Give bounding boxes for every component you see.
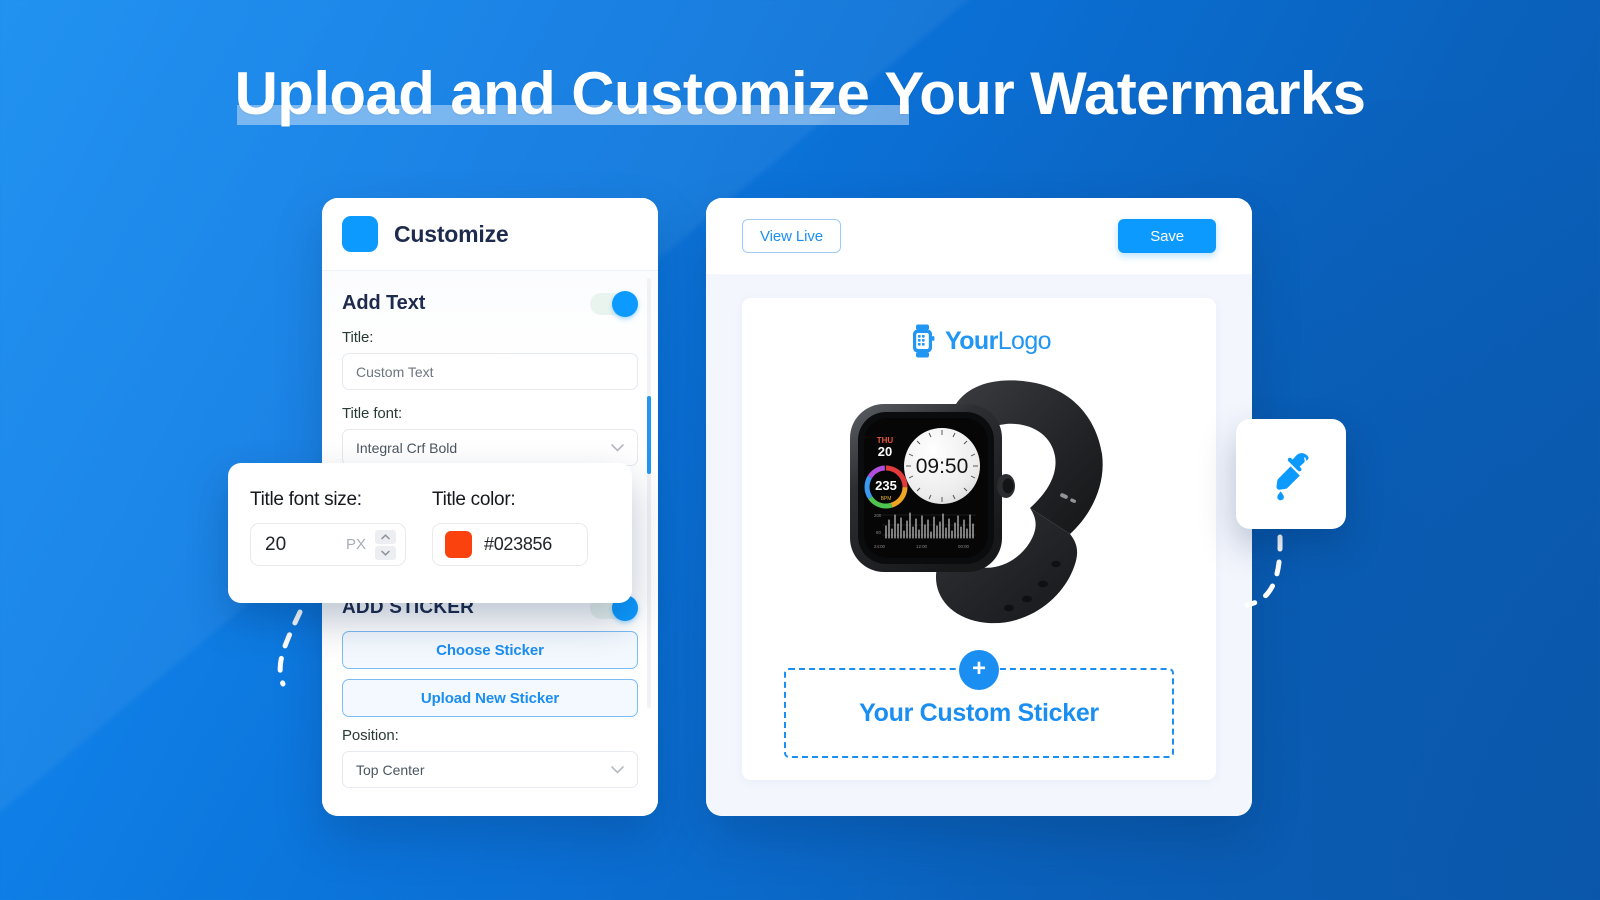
header-divider: [322, 270, 658, 271]
watch-date-label: 20: [878, 444, 892, 459]
headline-container: Upload and Customize Your Watermarks: [0, 60, 1600, 127]
page-title: Upload and Customize Your Watermarks: [235, 60, 1366, 127]
preview-toolbar: View Live Save: [706, 198, 1252, 274]
eyedropper-icon: [1276, 453, 1309, 501]
position-label: Position:: [342, 727, 399, 744]
title-font-value: Integral Crf Bold: [356, 439, 458, 456]
watch-chart-x-1: 24:00: [874, 544, 886, 549]
smartwatch-icon: [913, 324, 935, 358]
upload-new-sticker-button[interactable]: Upload New Sticker: [342, 679, 638, 717]
save-button[interactable]: Save: [1118, 219, 1216, 253]
watermark-logo-text: YourLogo: [945, 326, 1052, 356]
title-color-picker[interactable]: #023856: [432, 523, 588, 566]
title-input[interactable]: Custom Text: [342, 353, 638, 390]
watch-chart-y-bottom: 80: [876, 530, 881, 535]
title-color-group: Title color: #023856: [432, 489, 588, 603]
add-text-section-header: Add Text: [342, 290, 638, 317]
title-font-select[interactable]: Integral Crf Bold: [342, 429, 638, 466]
watch-screen: THU 20 235 BPM 09:50 200 80 24:00 12:00 …: [864, 418, 988, 558]
color-hex-value: #023856: [484, 534, 552, 554]
add-text-toggle-knob: [612, 290, 638, 317]
position-value: Top Center: [356, 761, 425, 778]
preview-panel: View Live Save YourLogo THU 20 235 BPM 0…: [706, 198, 1252, 816]
eyedropper-card[interactable]: [1236, 419, 1346, 529]
font-size-label: Title font size:: [250, 489, 362, 510]
customize-panel-header: Customize: [322, 198, 658, 270]
watch-bpm-value: 235: [875, 478, 897, 493]
logo-light-part: Logo: [997, 326, 1052, 355]
stepper-buttons: [375, 529, 396, 560]
choose-sticker-button[interactable]: Choose Sticker: [342, 631, 638, 669]
title-color-label: Title color:: [432, 489, 516, 510]
add-text-title: Add Text: [342, 292, 426, 314]
headline-text: Upload and Customize Your Watermarks: [234, 60, 1366, 127]
title-field-label: Title:: [342, 329, 374, 346]
watch-time-label: 09:50: [916, 455, 969, 478]
panel-scrollbar-thumb[interactable]: [647, 396, 651, 474]
custom-sticker-label: Your Custom Sticker: [859, 698, 1099, 727]
color-swatch[interactable]: [445, 531, 472, 558]
blue-square-logo-icon: [342, 216, 378, 252]
preview-canvas: YourLogo THU 20 235 BPM 09:50 200 80 24:…: [742, 298, 1216, 780]
watch-bpm-unit: BPM: [881, 496, 892, 502]
font-size-stepper[interactable]: 20 PX: [250, 523, 406, 566]
preview-body: YourLogo THU 20 235 BPM 09:50 200 80 24:…: [706, 274, 1252, 816]
watch-chart-x-3: 00:00: [958, 544, 970, 549]
panel-scrollbar-track[interactable]: [647, 278, 651, 708]
title-font-label: Title font:: [342, 405, 403, 422]
view-live-button[interactable]: View Live: [742, 219, 842, 253]
watch-chart-y-top: 200: [874, 513, 882, 518]
custom-sticker-dropzone[interactable]: + Your Custom Sticker: [784, 650, 1174, 758]
add-text-toggle[interactable]: [590, 290, 638, 317]
watch-time-dial: 09:50: [904, 428, 980, 504]
chevron-down-icon: [611, 765, 624, 774]
watch-chart-x-2: 12:00: [916, 544, 928, 549]
chevron-down-icon[interactable]: [375, 545, 396, 560]
font-size-value: 20: [265, 533, 287, 555]
connector-left-dashed: [277, 609, 303, 687]
logo-bold-part: Your: [945, 326, 998, 355]
customize-panel-title: Customize: [394, 220, 509, 247]
watermark-logo: YourLogo: [907, 324, 1052, 358]
plus-icon[interactable]: +: [959, 650, 999, 690]
font-size-unit: PX: [345, 536, 366, 553]
title-style-popup: Title font size: 20 PX Title color: #023…: [228, 463, 632, 603]
font-size-group: Title font size: 20 PX: [250, 489, 406, 603]
smartwatch-product-image: THU 20 235 BPM 09:50 200 80 24:00 12:00 …: [834, 364, 1124, 634]
position-select[interactable]: Top Center: [342, 751, 638, 788]
chevron-up-icon[interactable]: [375, 529, 396, 544]
chevron-down-icon: [611, 443, 624, 452]
